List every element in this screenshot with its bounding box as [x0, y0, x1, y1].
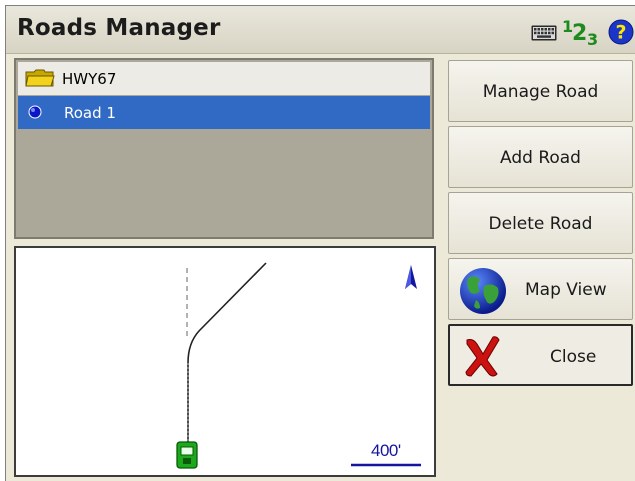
road-list[interactable]: HWY67 Road 1 — [14, 58, 434, 239]
numeric-digit-3: 3 — [587, 30, 599, 49]
close-label: Close — [550, 347, 597, 367]
close-icon — [465, 336, 500, 377]
map-view-label: Map View — [525, 280, 607, 300]
globe-icon — [460, 268, 506, 314]
help-icon[interactable]: ? — [608, 19, 634, 45]
close-button[interactable]: Close — [448, 324, 633, 386]
delete-road-button[interactable]: Delete Road — [448, 192, 633, 254]
numeric-input-icon[interactable]: 1 2 3 — [562, 14, 602, 49]
instrument-icon — [176, 441, 198, 469]
add-road-label: Add Road — [500, 148, 581, 168]
list-item-folder[interactable]: HWY67 — [18, 62, 430, 95]
window-title: Roads Manager — [17, 15, 221, 41]
road-label: Road 1 — [64, 104, 116, 122]
keyboard-icon[interactable] — [531, 25, 557, 41]
blue-dot-icon — [28, 105, 42, 119]
map-view-button[interactable]: Map View — [448, 258, 633, 320]
folder-label: HWY67 — [62, 70, 117, 88]
folder-icon — [25, 69, 55, 87]
manage-road-label: Manage Road — [482, 82, 599, 102]
delete-road-label: Delete Road — [488, 214, 593, 234]
north-arrow-icon — [405, 265, 417, 289]
add-road-button[interactable]: Add Road — [448, 126, 633, 188]
scale-label: 400' — [371, 441, 401, 460]
map-view[interactable]: 400' — [14, 246, 436, 477]
list-item-road[interactable]: Road 1 — [18, 96, 430, 129]
svg-text:?: ? — [615, 22, 626, 44]
title-bar: Roads Manager 1 2 3 ? — [6, 6, 635, 54]
numeric-digit-2: 2 — [572, 21, 588, 46]
roads-manager-window: Roads Manager 1 2 3 ? HWY67 Road 1 400' … — [5, 5, 635, 481]
manage-road-button[interactable]: Manage Road — [448, 60, 633, 122]
